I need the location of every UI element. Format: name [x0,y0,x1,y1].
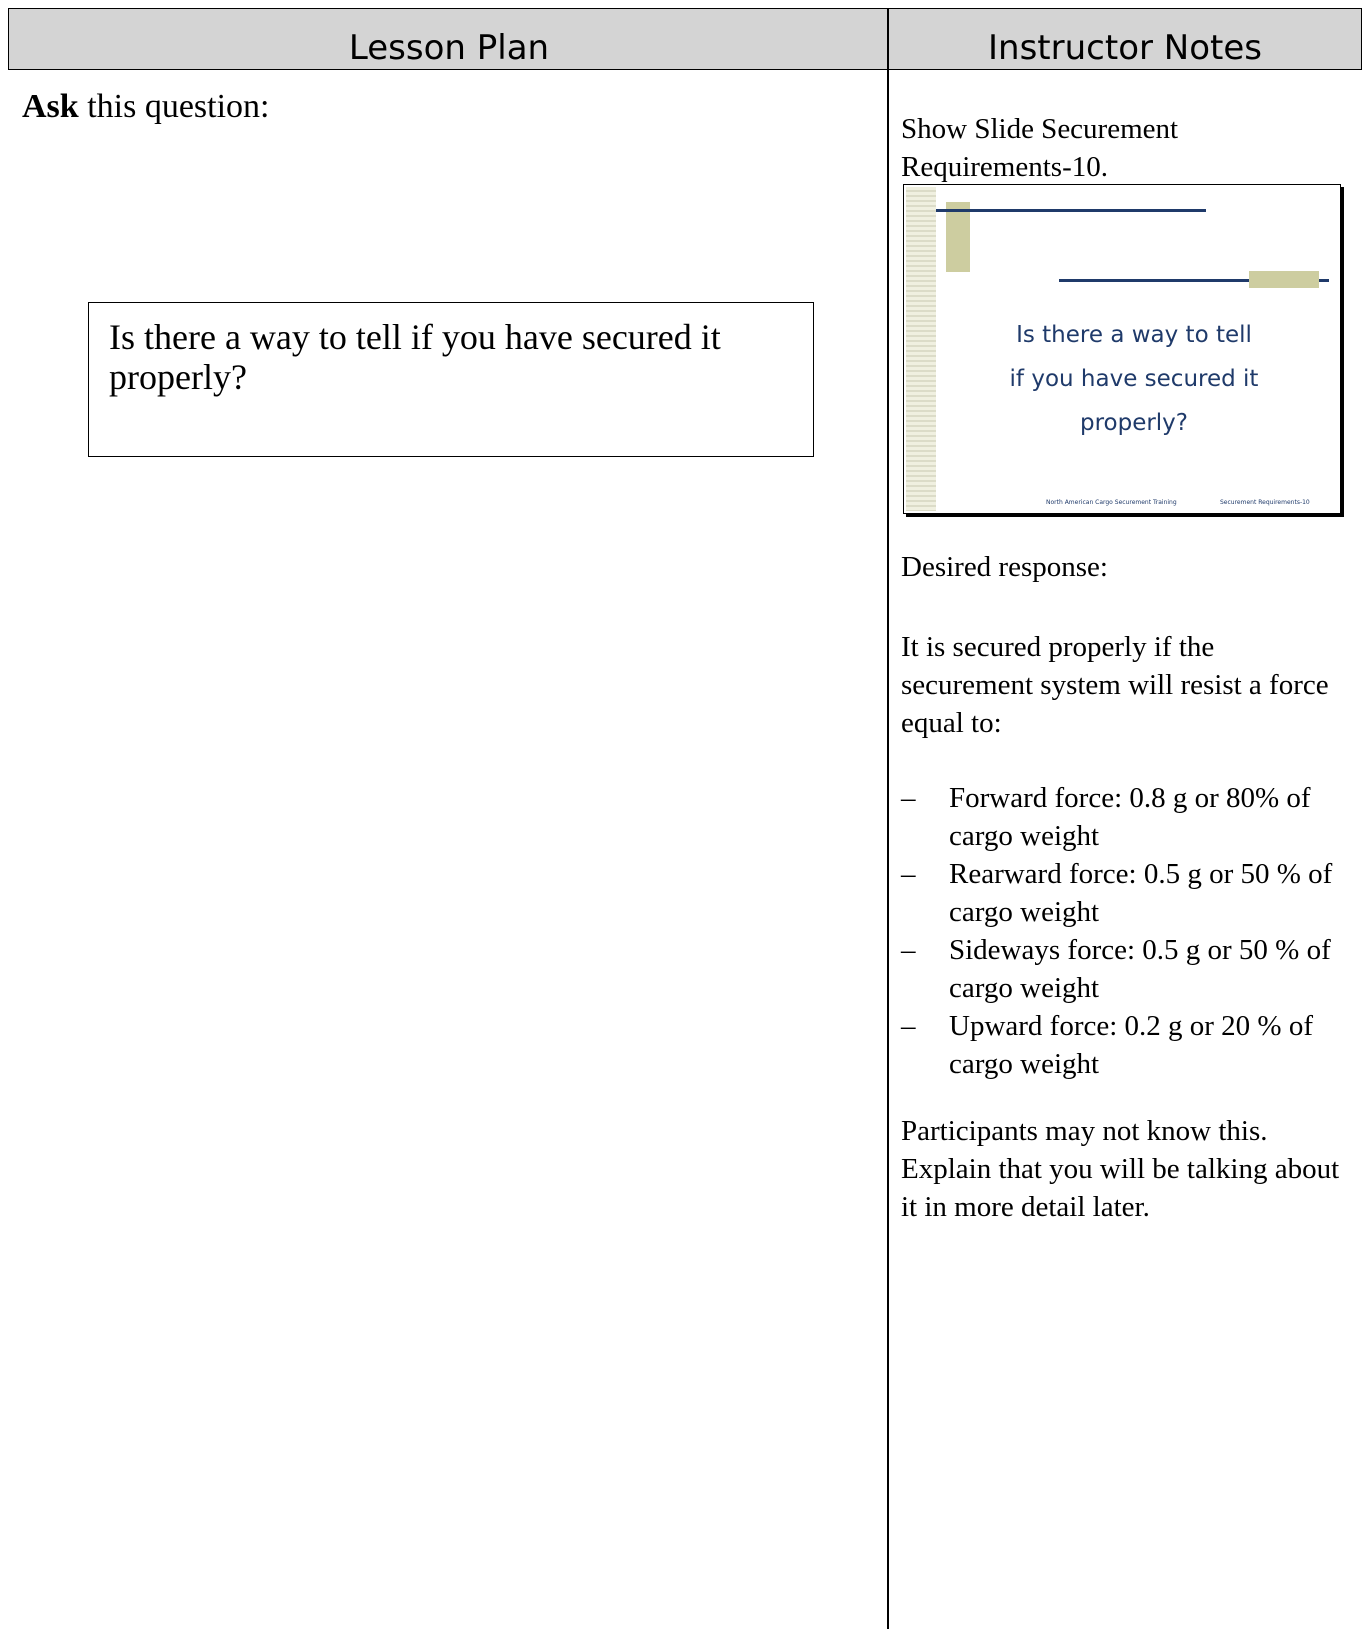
slide-line-1: Is there a way to tell [1016,322,1252,348]
force-text: Forward force: 0.8 g or 80% of cargo wei… [949,782,1311,852]
instructor-notes-heading: Instructor Notes [988,28,1262,68]
slide-accent-block-right [1249,271,1319,288]
list-item: – Upward force: 0.2 g or 20 % of cargo we… [901,1007,1351,1083]
column-divider [887,8,889,1629]
list-item: – Rearward force: 0.5 g or 50 % of cargo … [901,855,1351,931]
force-text: Rearward force: 0.5 g or 50 % of cargo w… [949,858,1333,928]
slide-rule-top [936,209,1206,212]
force-text: Upward force: 0.2 g or 20 % of cargo wei… [949,1010,1314,1080]
ask-bold: Ask [22,88,79,125]
slide-line-2: if you have secured it [1009,366,1259,392]
force-text: Sideways force: 0.5 g or 50 % of cargo w… [949,934,1331,1004]
slide-accent-block-top [946,202,970,272]
show-slide-note: Show Slide Securement Requirements-10. [901,110,1351,186]
dash-bullet: – [901,858,916,890]
slide-stripes [906,187,936,511]
question-box: Is there a way to tell if you have secur… [88,302,814,457]
slide-question-text: Is there a way to tell if you have secur… [964,313,1304,445]
dash-bullet: – [901,782,916,814]
show-slide-text: Show Slide Securement Requirements-10. [901,113,1179,183]
list-item: – Forward force: 0.8 g or 80% of cargo we… [901,779,1351,855]
desired-response-label: Desired response: [901,551,1108,583]
ask-rest: this question: [78,88,270,125]
lesson-plan-heading: Lesson Plan [348,28,550,68]
slide-thumbnail: Is there a way to tell if you have secur… [903,184,1341,514]
answer-intro: It is secured properly if the securement… [901,631,1329,739]
dash-bullet: – [901,1010,916,1042]
slide-footer-left: North American Cargo Securement Training [1046,499,1177,506]
force-list: – Forward force: 0.8 g or 80% of cargo we… [901,779,1351,1083]
slide-line-3: properly? [1079,410,1189,436]
list-item: – Sideways force: 0.5 g or 50 % of cargo … [901,931,1351,1007]
ask-instruction: Ask this question: [22,88,270,126]
dash-bullet: – [901,934,916,966]
slide-footer-right: Securement Requirements-10 [1220,499,1310,506]
table-header-row: Lesson Plan Instructor Notes [8,8,1362,70]
closing-note: Participants may not know this. Explain … [901,1115,1340,1223]
